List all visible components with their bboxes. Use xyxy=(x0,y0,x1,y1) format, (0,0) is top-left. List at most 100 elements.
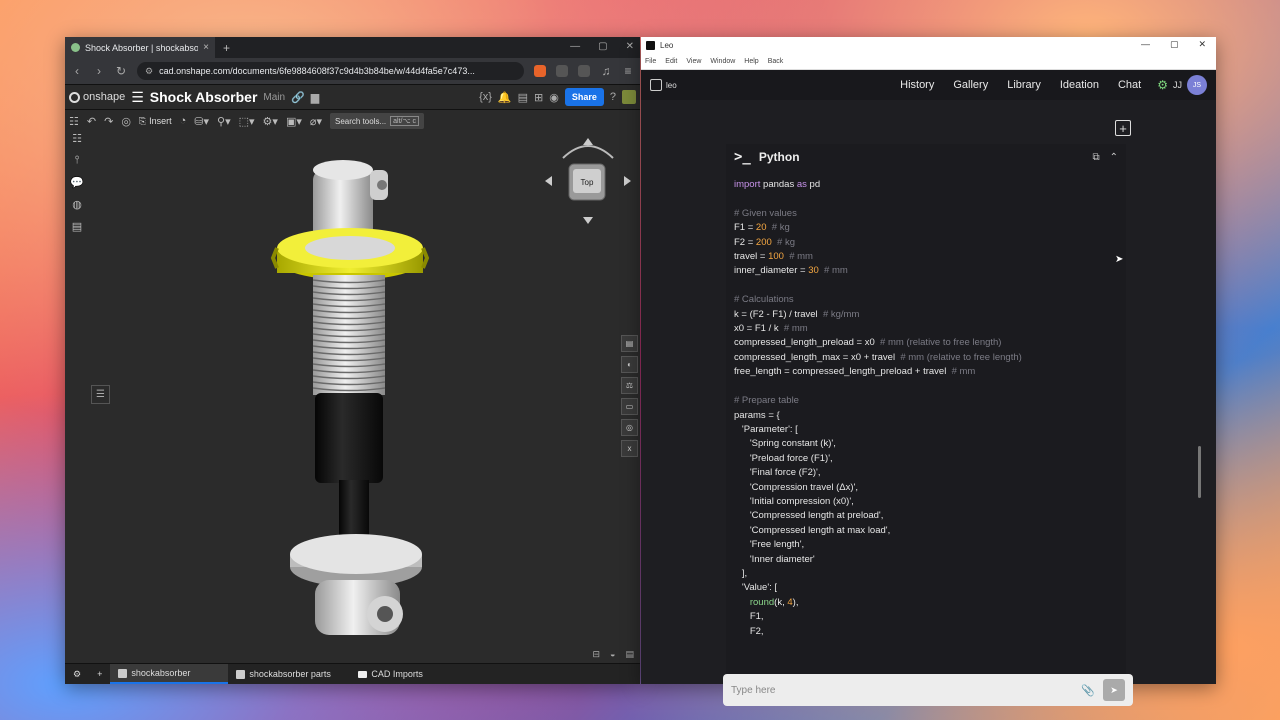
code-line: 'Final force (F2)', xyxy=(734,466,1118,480)
variables-icon[interactable]: {x} xyxy=(479,91,492,103)
code-token: pandas xyxy=(760,179,797,190)
fastened-mate-icon[interactable]: ⚲▾ xyxy=(217,115,231,128)
share-button[interactable]: Share xyxy=(564,88,604,106)
user-avatar[interactable] xyxy=(622,90,636,104)
code-token: # mm (relative to free length) xyxy=(880,337,1002,349)
branch-name[interactable]: Main xyxy=(263,92,285,103)
nav-gallery[interactable]: Gallery xyxy=(953,79,988,91)
display-mode-icon[interactable]: ◒ xyxy=(610,649,615,660)
code-line: F2, xyxy=(734,625,1118,639)
browser-tab[interactable]: Shock Absorber | shockabsorber × xyxy=(65,37,215,58)
code-token: F1, xyxy=(734,611,764,623)
onshape-logo[interactable]: onshape xyxy=(69,91,125,103)
pattern-icon[interactable]: ⚙▾ xyxy=(263,115,278,128)
properties-panel-icon[interactable]: ▤ xyxy=(621,335,638,352)
render-icon[interactable]: ◎ xyxy=(621,419,638,436)
collapse-icon[interactable]: ⌃ xyxy=(1110,152,1118,163)
extension-icon[interactable] xyxy=(578,65,590,77)
code-language-label: Python xyxy=(758,150,800,164)
menu-view[interactable]: View xyxy=(686,58,701,65)
learning-icon[interactable]: ◉ xyxy=(549,91,559,104)
apps-icon[interactable]: ⊞ xyxy=(534,91,543,104)
attach-icon[interactable]: 📎 xyxy=(1081,684,1095,697)
forward-icon[interactable]: › xyxy=(93,64,105,78)
nav-library[interactable]: Library xyxy=(1007,79,1041,91)
code-token: free_length = compressed_length_preload … xyxy=(734,366,952,378)
user-menu[interactable]: ⚙ JJ JS xyxy=(1157,75,1207,95)
folder-icon[interactable]: ▆ xyxy=(311,91,319,104)
group-icon[interactable]: ⬚▾ xyxy=(239,115,255,128)
menu-file[interactable]: File xyxy=(645,58,656,65)
leo-menubar: File Edit View Window Help Back xyxy=(641,53,1216,70)
redo-icon[interactable]: ↷ xyxy=(104,115,113,128)
url-field[interactable]: ⚙ cad.onshape.com/documents/6fe9884608f3… xyxy=(137,62,524,80)
code-token: # kg/mm xyxy=(822,308,860,320)
right-panel-icons: ▤ ◐ ⚖ ▭ ◎ x xyxy=(621,335,639,457)
mass-properties-icon[interactable]: ⚖ xyxy=(621,377,638,394)
new-chat-icon[interactable]: + xyxy=(1115,120,1131,136)
explode-icon[interactable]: ▣▾ xyxy=(286,115,302,128)
export-icon[interactable]: ▤ xyxy=(625,649,634,660)
feature-tree-toggle-icon[interactable]: ☰ xyxy=(91,385,110,404)
bom-panel-icon[interactable]: ▭ xyxy=(621,398,638,415)
menu-help[interactable]: Help xyxy=(744,58,758,65)
prompt-input[interactable]: Type here 📎 ➤ xyxy=(723,674,1133,706)
measure-icon[interactable]: ⌀▾ xyxy=(310,115,322,128)
new-tab-button[interactable]: + xyxy=(223,41,230,55)
brave-shield-icon[interactable] xyxy=(534,65,546,77)
music-icon[interactable]: ♫ xyxy=(600,64,612,78)
menu-window[interactable]: Window xyxy=(710,58,735,65)
minimize-icon[interactable]: — xyxy=(570,41,580,52)
menu-back[interactable]: Back xyxy=(768,58,784,65)
variables-panel-icon[interactable]: x xyxy=(621,440,638,457)
send-button[interactable]: ➤ xyxy=(1103,679,1125,701)
nav-history[interactable]: History xyxy=(900,79,934,91)
tab-label: shockabsorber xyxy=(131,668,191,678)
insert-button[interactable]: ⎘ Insert xyxy=(139,116,172,127)
leo-logo[interactable]: leo xyxy=(650,79,677,91)
search-tools-input[interactable]: Search tools... alt/⌥ c xyxy=(330,113,425,129)
back-icon[interactable]: ‹ xyxy=(71,64,83,78)
minimize-icon[interactable]: — xyxy=(1141,39,1150,50)
help-icon[interactable]: ? xyxy=(610,91,616,103)
tab-cad-imports[interactable]: CAD Imports xyxy=(350,664,470,684)
extension-icon[interactable] xyxy=(556,65,568,77)
reload-icon[interactable]: ↻ xyxy=(115,64,127,78)
nav-ideation[interactable]: Ideation xyxy=(1060,79,1099,91)
section-view-icon[interactable]: ⊟ xyxy=(593,649,601,660)
link-icon[interactable]: 🔗 xyxy=(291,91,305,104)
scrollbar-thumb[interactable] xyxy=(1198,446,1201,498)
tab-options-icon[interactable]: ⚙ xyxy=(65,664,89,684)
notifications-icon[interactable]: 🔔 xyxy=(498,91,512,104)
nav-chat[interactable]: Chat xyxy=(1118,79,1141,91)
tab-shockabsorber-parts[interactable]: shockabsorber parts xyxy=(228,664,350,684)
user-avatar[interactable]: JS xyxy=(1187,75,1207,95)
document-title[interactable]: Shock Absorber xyxy=(150,89,258,105)
tab-shockabsorber[interactable]: shockabsorber xyxy=(110,664,229,684)
code-token: (k, xyxy=(774,596,788,608)
maximize-icon[interactable]: ▢ xyxy=(598,41,607,52)
close-icon[interactable]: ✕ xyxy=(1198,39,1206,50)
code-token: inner_diameter = xyxy=(734,265,809,277)
site-info-icon[interactable]: ⚙ xyxy=(145,66,153,77)
hamburger-menu-icon[interactable]: ☰ xyxy=(131,89,144,106)
code-actions: ⧉ ⌃ xyxy=(1092,152,1118,163)
menu-edit[interactable]: Edit xyxy=(665,58,677,65)
close-icon[interactable]: ✕ xyxy=(626,41,634,52)
appearance-panel-icon[interactable]: ◐ xyxy=(621,356,638,373)
revolve-icon[interactable]: ◔ xyxy=(180,115,187,127)
properties-icon[interactable]: ◎ xyxy=(121,115,131,128)
mouse-cursor-icon: ➤ xyxy=(1115,254,1124,265)
maximize-icon[interactable]: ▢ xyxy=(1170,39,1179,50)
feature-list-icon[interactable]: ☷ xyxy=(69,115,79,128)
view-cube[interactable]: Top xyxy=(543,136,633,226)
mate-icon[interactable]: ⛁▾ xyxy=(194,115,209,128)
settings-gear-icon[interactable]: ⚙ xyxy=(1157,78,1168,92)
cad-viewport[interactable]: ☷ ⫯ 💬 ◍ ▤ Top ▤ ◐ ⚖ ▭ ◎ x ☰ ⊟ ◒ ▤ xyxy=(65,130,640,664)
add-tab-icon[interactable]: + xyxy=(89,664,110,684)
menu-icon[interactable]: ≡ xyxy=(622,64,634,78)
copy-icon[interactable]: ⧉ xyxy=(1092,152,1099,163)
list-icon[interactable]: ▤ xyxy=(518,91,528,104)
close-tab-icon[interactable]: × xyxy=(203,42,209,53)
undo-icon[interactable]: ↶ xyxy=(87,115,96,128)
